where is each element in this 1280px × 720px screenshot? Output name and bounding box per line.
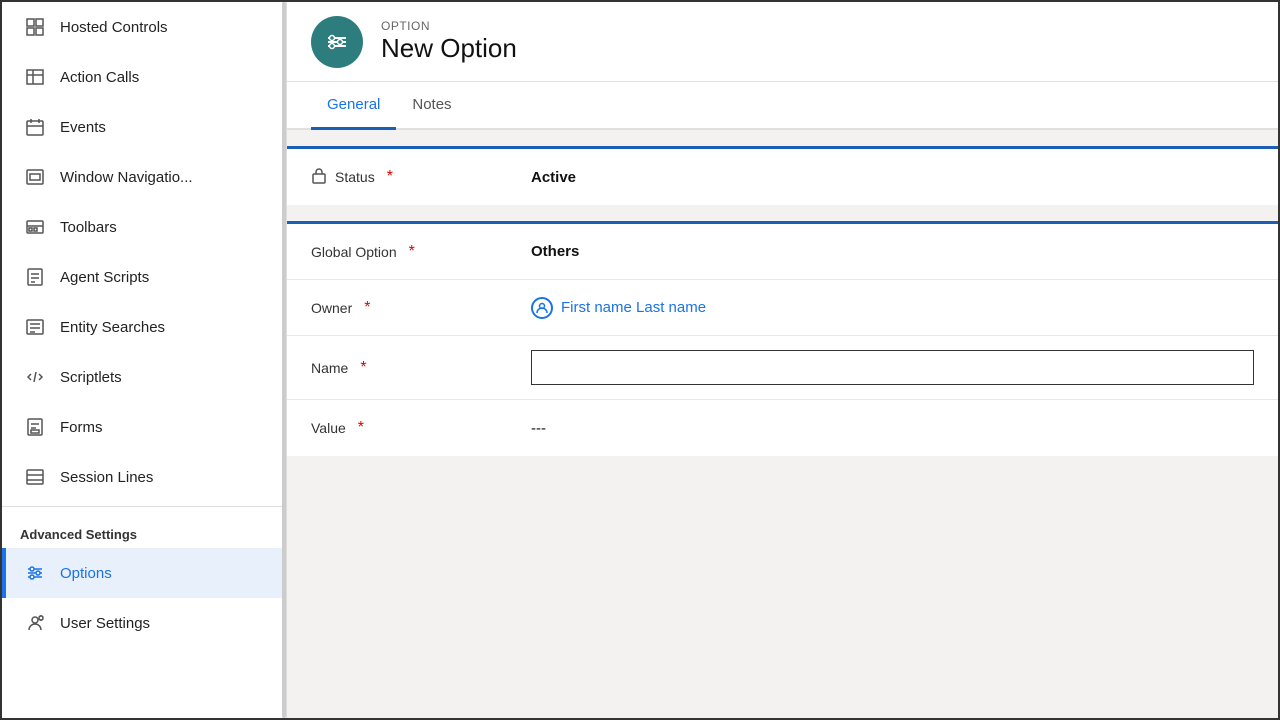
required-indicator: * — [409, 243, 415, 261]
value-row: Value * --- — [287, 400, 1278, 456]
lock-icon — [311, 166, 327, 188]
sidebar-item-label: Options — [60, 565, 112, 582]
user-settings-icon — [24, 612, 46, 634]
sidebar-divider — [2, 506, 286, 507]
sidebar-item-agent-scripts[interactable]: Agent Scripts — [2, 252, 286, 302]
header-subtitle: OPTION — [381, 19, 517, 33]
table-icon — [24, 66, 46, 88]
sidebar-item-label: Session Lines — [60, 469, 153, 486]
global-option-row: Global Option * Others — [287, 224, 1278, 280]
sidebar-item-window-navigation[interactable]: Window Navigatio... — [2, 152, 286, 202]
sidebar-item-session-lines[interactable]: Session Lines — [2, 452, 286, 502]
name-input[interactable] — [531, 350, 1254, 385]
sidebar-item-forms[interactable]: Forms — [2, 402, 286, 452]
sidebar-item-label: Agent Scripts — [60, 269, 149, 286]
scriptlets-icon — [24, 366, 46, 388]
advanced-settings-label: Advanced Settings — [2, 511, 286, 548]
tab-general[interactable]: General — [311, 82, 396, 130]
name-row: Name * — [287, 336, 1278, 400]
agent-scripts-icon — [24, 266, 46, 288]
sidebar-item-label: Scriptlets — [60, 369, 122, 386]
owner-value[interactable]: First name Last name — [531, 297, 1254, 319]
tabs-bar: General Notes — [287, 82, 1278, 130]
sidebar-item-label: User Settings — [60, 615, 150, 632]
sidebar-item-scriptlets[interactable]: Scriptlets — [2, 352, 286, 402]
sidebar-item-user-settings[interactable]: User Settings — [2, 598, 286, 648]
session-lines-icon — [24, 466, 46, 488]
name-input-container — [531, 350, 1254, 385]
sidebar-scrollbar[interactable] — [282, 2, 286, 718]
header-text: OPTION New Option — [381, 19, 517, 64]
tab-notes[interactable]: Notes — [396, 82, 467, 130]
entity-searches-icon — [24, 316, 46, 338]
required-indicator: * — [360, 359, 366, 377]
sidebar-item-label: Action Calls — [60, 69, 139, 86]
sidebar-item-events[interactable]: Events — [2, 102, 286, 152]
options-icon — [24, 562, 46, 584]
sidebar-item-action-calls[interactable]: Action Calls — [2, 52, 286, 102]
required-indicator: * — [387, 168, 393, 186]
grid-icon — [24, 16, 46, 38]
window-nav-icon — [24, 166, 46, 188]
main-content: OPTION New Option General Notes — [287, 2, 1278, 718]
owner-row: Owner * First name Last name — [287, 280, 1278, 336]
sidebar: Hosted Controls Action Calls Events — [2, 2, 287, 718]
events-icon — [24, 116, 46, 138]
sidebar-item-label: Entity Searches — [60, 319, 165, 336]
sidebar-item-toolbars[interactable]: Toolbars — [2, 202, 286, 252]
page-header: OPTION New Option — [287, 2, 1278, 82]
sidebar-item-entity-searches[interactable]: Entity Searches — [2, 302, 286, 352]
required-indicator: * — [358, 419, 364, 437]
owner-label: Owner * — [311, 299, 531, 317]
name-label: Name * — [311, 359, 531, 377]
user-icon — [531, 297, 553, 319]
sidebar-item-label: Forms — [60, 419, 103, 436]
sidebar-item-label: Events — [60, 119, 106, 136]
global-option-label: Global Option * — [311, 243, 531, 261]
sidebar-item-label: Hosted Controls — [60, 19, 168, 36]
required-indicator: * — [364, 299, 370, 317]
toolbar-icon — [24, 216, 46, 238]
value-value: --- — [531, 420, 1254, 437]
sidebar-item-label: Toolbars — [60, 219, 117, 236]
form-area: Status * Active Global Option * Others O… — [287, 130, 1278, 718]
status-value: Active — [531, 169, 1254, 186]
forms-icon — [24, 416, 46, 438]
global-option-value: Others — [531, 243, 1254, 260]
value-label: Value * — [311, 419, 531, 437]
details-section: Global Option * Others Owner * — [287, 221, 1278, 456]
page-title: New Option — [381, 33, 517, 64]
sidebar-item-options[interactable]: Options — [2, 548, 286, 598]
sidebar-item-label: Window Navigatio... — [60, 169, 193, 186]
status-row: Status * Active — [287, 149, 1278, 205]
sidebar-item-hosted-controls[interactable]: Hosted Controls — [2, 2, 286, 52]
status-label: Status * — [311, 166, 531, 188]
header-avatar — [311, 16, 363, 68]
status-section: Status * Active — [287, 146, 1278, 205]
